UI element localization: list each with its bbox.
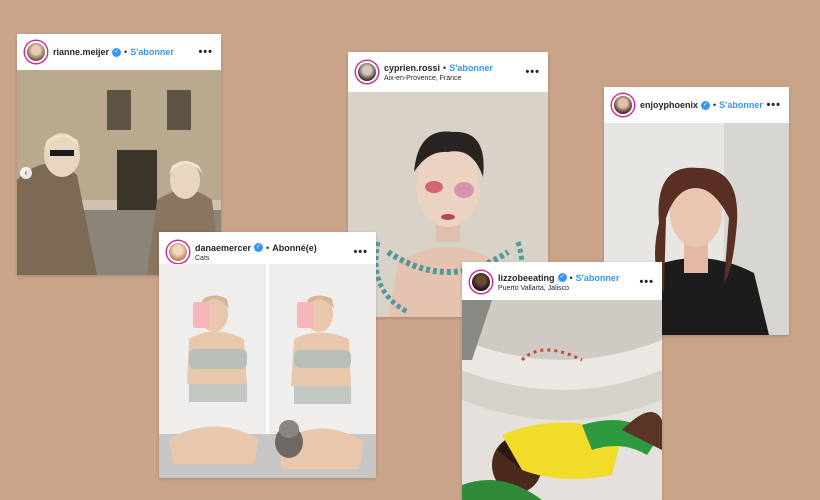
separator: •	[569, 272, 573, 283]
post-author: lizzobeeating ✓ • S'abonner Puerto Valla…	[498, 273, 619, 292]
separator: •	[124, 47, 128, 57]
avatar[interactable]	[612, 94, 634, 116]
post-location[interactable]: Aix-en-Provence, France	[384, 75, 493, 82]
post-photo[interactable]	[462, 300, 662, 500]
verified-badge-icon: ✓	[254, 243, 264, 252]
post-location[interactable]: Cats	[195, 255, 317, 262]
separator: •	[266, 242, 270, 253]
separator: •	[443, 62, 447, 73]
post-author: enjoyphoenix ✓ • S'abonner	[640, 100, 763, 110]
username[interactable]: danaemercer	[195, 243, 251, 253]
verified-badge-icon: ✓	[112, 47, 122, 57]
separator: •	[713, 100, 717, 110]
avatar[interactable]	[356, 61, 378, 83]
avatar[interactable]	[167, 241, 189, 263]
verified-badge-icon: ✓	[701, 100, 711, 110]
username[interactable]: rianne.meijer	[53, 47, 109, 57]
more-options-icon[interactable]: •••	[353, 246, 368, 258]
post-author: cyprien.rossi • S'abonner Aix-en-Provenc…	[384, 63, 493, 82]
username[interactable]: lizzobeeating	[498, 273, 555, 283]
post-location[interactable]: Puerto Vallarta, Jalisco	[498, 285, 619, 292]
more-options-icon[interactable]: •••	[198, 46, 213, 58]
post-header: enjoyphoenix ✓ • S'abonner •••	[604, 87, 789, 123]
avatar[interactable]	[470, 271, 492, 293]
post-header: rianne.meijer ✓ • S'abonner •••	[17, 34, 221, 70]
post-header: cyprien.rossi • S'abonner Aix-en-Provenc…	[348, 52, 548, 92]
post-card-lizzobeeating: lizzobeeating ✓ • S'abonner Puerto Valla…	[462, 262, 662, 500]
verified-badge-icon: ✓	[557, 273, 567, 282]
username[interactable]: cyprien.rossi	[384, 63, 440, 73]
follow-button[interactable]: S'abonner	[719, 100, 763, 110]
split-photo-illustration	[159, 264, 376, 478]
post-card-danaemercer: danaemercer ✓ • Abonné(e) Cats •••	[159, 232, 376, 478]
username[interactable]: enjoyphoenix	[640, 100, 698, 110]
post-header: lizzobeeating ✓ • S'abonner Puerto Valla…	[462, 262, 662, 302]
post-author: danaemercer ✓ • Abonné(e) Cats	[195, 243, 317, 262]
staircase-photo-illustration	[462, 300, 662, 500]
avatar[interactable]	[25, 41, 47, 63]
post-author: rianne.meijer ✓ • S'abonner	[53, 47, 174, 57]
more-options-icon[interactable]: •••	[766, 99, 781, 111]
follow-button[interactable]: S'abonner	[130, 47, 174, 57]
more-options-icon[interactable]: •••	[639, 276, 654, 288]
follow-button[interactable]: S'abonner	[449, 63, 493, 73]
following-button[interactable]: Abonné(e)	[272, 243, 317, 253]
previous-photo-arrow-icon[interactable]: ‹	[20, 166, 32, 179]
more-options-icon[interactable]: •••	[525, 66, 540, 78]
follow-button[interactable]: S'abonner	[576, 273, 620, 283]
post-photo[interactable]	[159, 264, 376, 478]
